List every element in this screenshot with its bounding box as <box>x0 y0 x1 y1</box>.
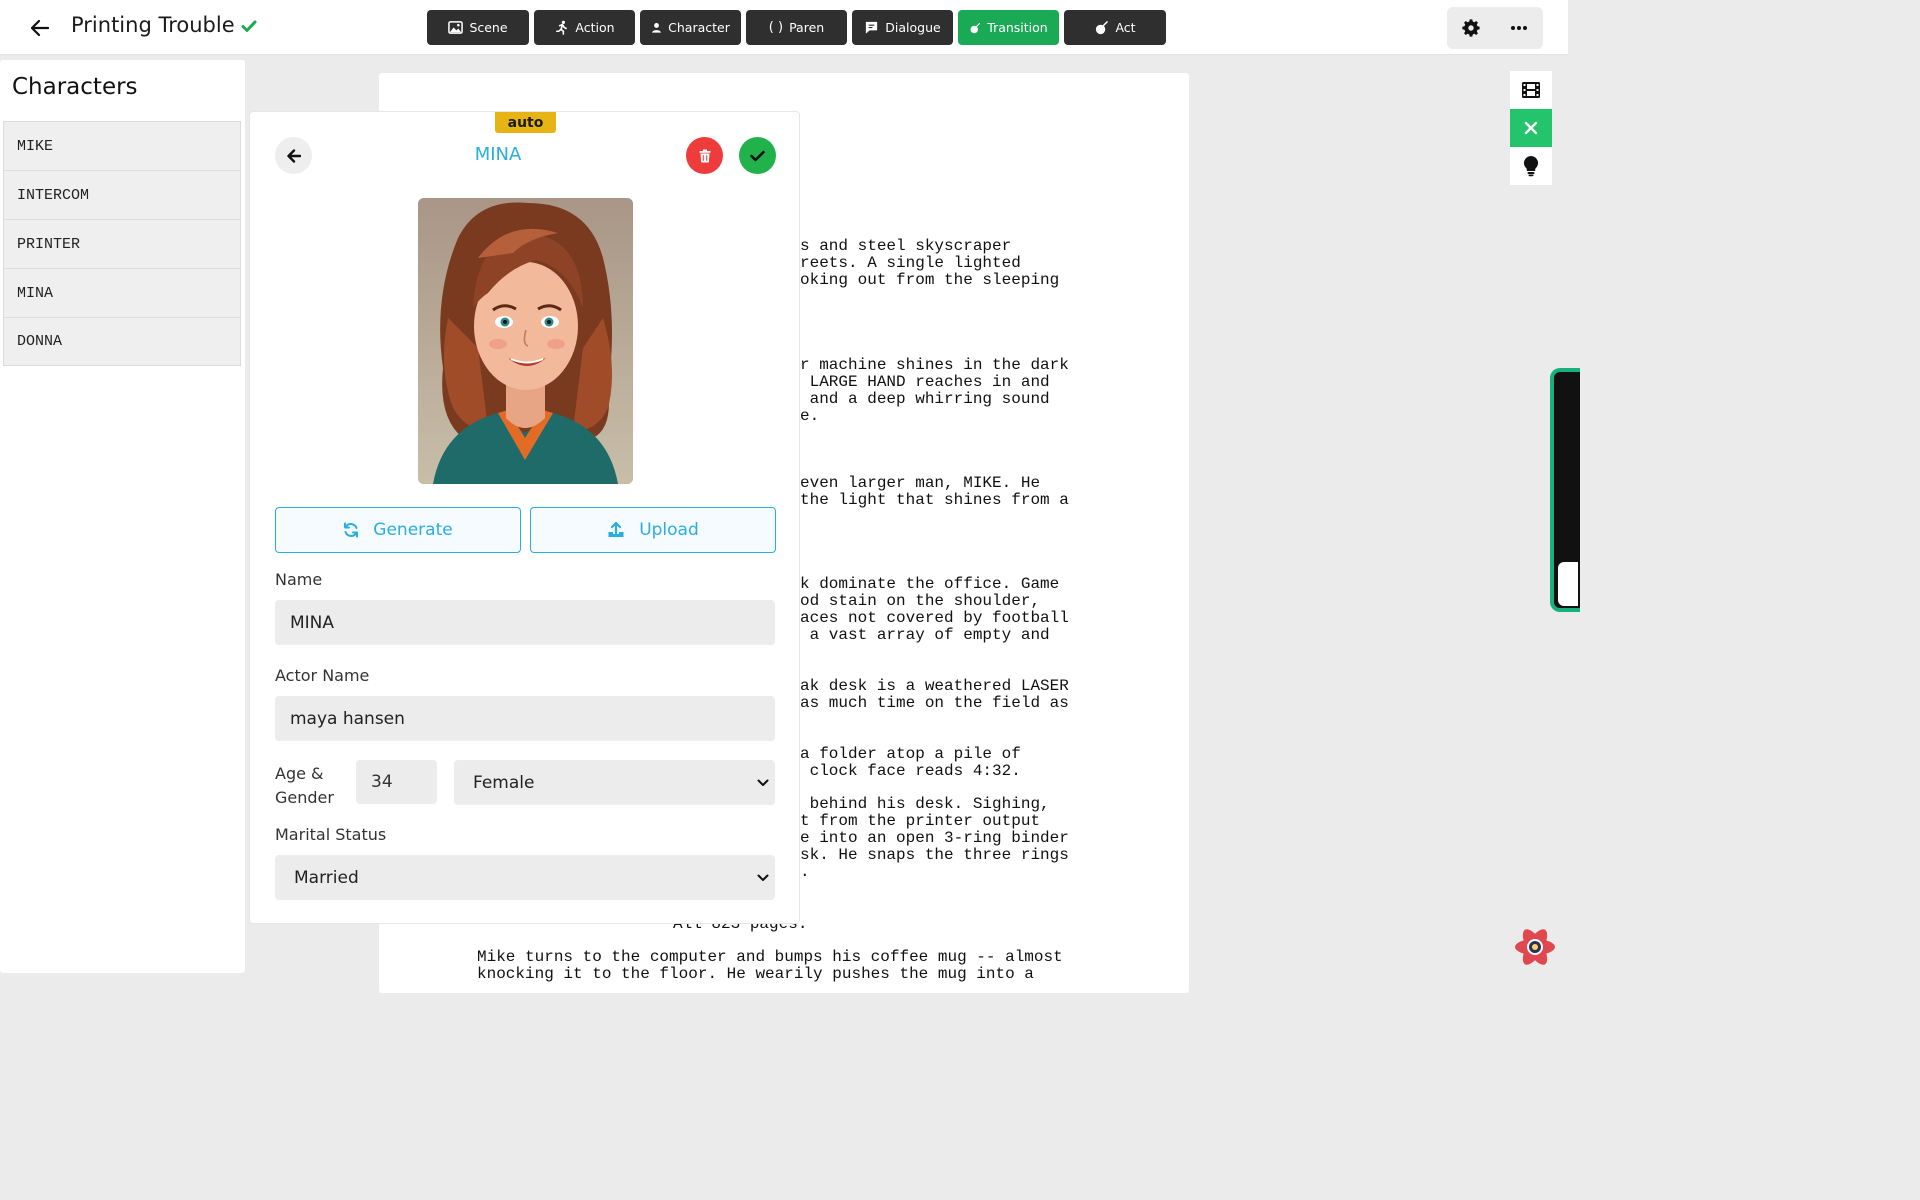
character-item[interactable]: INTERCOM <box>3 170 241 219</box>
script-line: as much time on the field as <box>800 694 1069 712</box>
tool-label: Action <box>575 20 615 35</box>
gender-select[interactable]: Female <box>454 760 775 805</box>
chevron-down-icon <box>757 779 769 786</box>
tool-character-button[interactable]: Character <box>640 10 741 45</box>
editor-character-name: MINA <box>474 144 522 165</box>
check-icon <box>750 150 765 161</box>
bomb-icon <box>970 22 981 33</box>
upload-button[interactable]: Upload <box>530 507 776 553</box>
upload-label: Upload <box>639 520 699 540</box>
bomb-icon <box>1096 21 1109 35</box>
name-label: Name <box>275 570 323 589</box>
side-drawer-handle[interactable] <box>1550 368 1580 612</box>
tool-act-button[interactable]: Act <box>1064 10 1166 45</box>
lightbulb-icon[interactable] <box>1510 147 1552 185</box>
image-icon <box>448 21 464 34</box>
script-line: even larger man, MIKE. He <box>800 474 1041 492</box>
script-line: reets. A single lighted <box>800 254 1021 272</box>
script-line: e into an open 3-ring binder <box>800 829 1069 847</box>
back-arrow-icon[interactable] <box>26 14 54 42</box>
script-line: behind his desk. Sighing, <box>800 795 1050 813</box>
script-line: k dominate the office. Game <box>800 575 1060 593</box>
tool-label: Scene <box>469 20 508 35</box>
person-icon <box>652 23 662 33</box>
element-toolbar: Scene Action Character ( ) Paren Dialogu… <box>427 10 1166 45</box>
script-line: and a deep whirring sound <box>800 390 1050 408</box>
gender-value: Female <box>473 772 535 793</box>
script-line: t from the printer output <box>800 812 1041 830</box>
close-icon[interactable] <box>1510 109 1552 147</box>
refresh-icon <box>344 522 359 538</box>
auto-badge: auto <box>495 112 556 133</box>
script-line: sk. He snaps the three rings <box>800 846 1069 864</box>
age-input[interactable]: 34 <box>356 760 437 804</box>
script-line: s and steel skyscraper <box>800 237 1012 255</box>
document-title: Printing Trouble <box>71 13 235 37</box>
script-line: e. <box>800 407 820 425</box>
gear-icon[interactable] <box>1456 13 1486 43</box>
script-line: od stain on the shoulder, <box>800 592 1041 610</box>
script-line: a folder atop a pile of <box>800 745 1021 763</box>
header-actions <box>1447 7 1543 49</box>
confirm-character-button[interactable] <box>739 137 776 174</box>
app-logo-icon[interactable] <box>1512 924 1558 970</box>
generate-button[interactable]: Generate <box>275 507 521 553</box>
character-list: MIKE INTERCOM PRINTER MINA DONNA <box>3 121 241 366</box>
marital-status-label: Marital Status <box>275 825 387 844</box>
marital-status-value: Married <box>294 867 359 888</box>
actor-name-label: Actor Name <box>275 666 370 685</box>
marital-status-select[interactable]: Married <box>275 855 775 900</box>
script-line: knocking it to the floor. He wearily pus… <box>477 965 1034 983</box>
character-item[interactable]: MINA <box>3 268 241 317</box>
tool-action-button[interactable]: Action <box>534 10 635 45</box>
script-line: the light that shines from a <box>800 491 1069 509</box>
drawer-tab[interactable] <box>1558 562 1578 606</box>
parentheses-icon: ( ) <box>768 20 784 35</box>
top-bar: Printing Trouble Scene Action Character … <box>0 0 1568 55</box>
chevron-down-icon <box>757 874 769 881</box>
script-line: . <box>800 863 810 881</box>
characters-sidebar: Characters MIKE INTERCOM PRINTER MINA DO… <box>0 60 245 973</box>
tool-dialogue-button[interactable]: Dialogue <box>852 10 953 45</box>
character-item[interactable]: PRINTER <box>3 219 241 268</box>
script-line: Mike turns to the computer and bumps his… <box>477 948 1063 966</box>
arrow-left-icon <box>286 148 301 163</box>
script-line: r machine shines in the dark <box>800 356 1069 374</box>
generate-label: Generate <box>373 520 453 540</box>
tool-scene-button[interactable]: Scene <box>427 10 529 45</box>
age-gender-label: Age & Gender <box>275 764 334 807</box>
tool-transition-button[interactable]: Transition <box>958 10 1059 45</box>
script-line: a vast array of empty and <box>800 626 1050 644</box>
right-rail <box>1510 71 1552 185</box>
speech-bubble-icon <box>866 21 878 34</box>
tool-label: Paren <box>789 20 825 35</box>
editor-back-button[interactable] <box>275 137 312 174</box>
tool-label: Dialogue <box>885 20 941 35</box>
character-editor: auto MINA Generate Upload Name MINA Acto… <box>249 111 800 924</box>
character-item[interactable]: DONNA <box>3 317 241 366</box>
more-options-icon[interactable] <box>1504 13 1534 43</box>
script-line: ak desk is a weathered LASER <box>800 677 1069 695</box>
upload-icon <box>608 521 624 537</box>
sidebar-title: Characters <box>12 74 138 100</box>
name-input[interactable] <box>275 600 775 645</box>
tool-label: Character <box>668 20 730 35</box>
character-portrait <box>418 198 633 484</box>
tool-paren-button[interactable]: ( ) Paren <box>746 10 847 45</box>
film-icon[interactable] <box>1510 71 1552 109</box>
script-line: clock face reads 4:32. <box>800 762 1021 780</box>
script-line: LARGE HAND reaches in and <box>800 373 1050 391</box>
character-item[interactable]: MIKE <box>3 121 241 170</box>
delete-character-button[interactable] <box>686 137 723 174</box>
script-line: aces not covered by football <box>800 609 1069 627</box>
tool-label: Act <box>1115 20 1136 35</box>
trash-icon <box>699 149 710 162</box>
actor-name-input[interactable] <box>275 696 775 741</box>
tool-label: Transition <box>987 20 1048 35</box>
script-line: oking out from the sleeping <box>800 271 1060 289</box>
running-icon <box>556 20 568 35</box>
saved-check-icon <box>240 17 260 37</box>
